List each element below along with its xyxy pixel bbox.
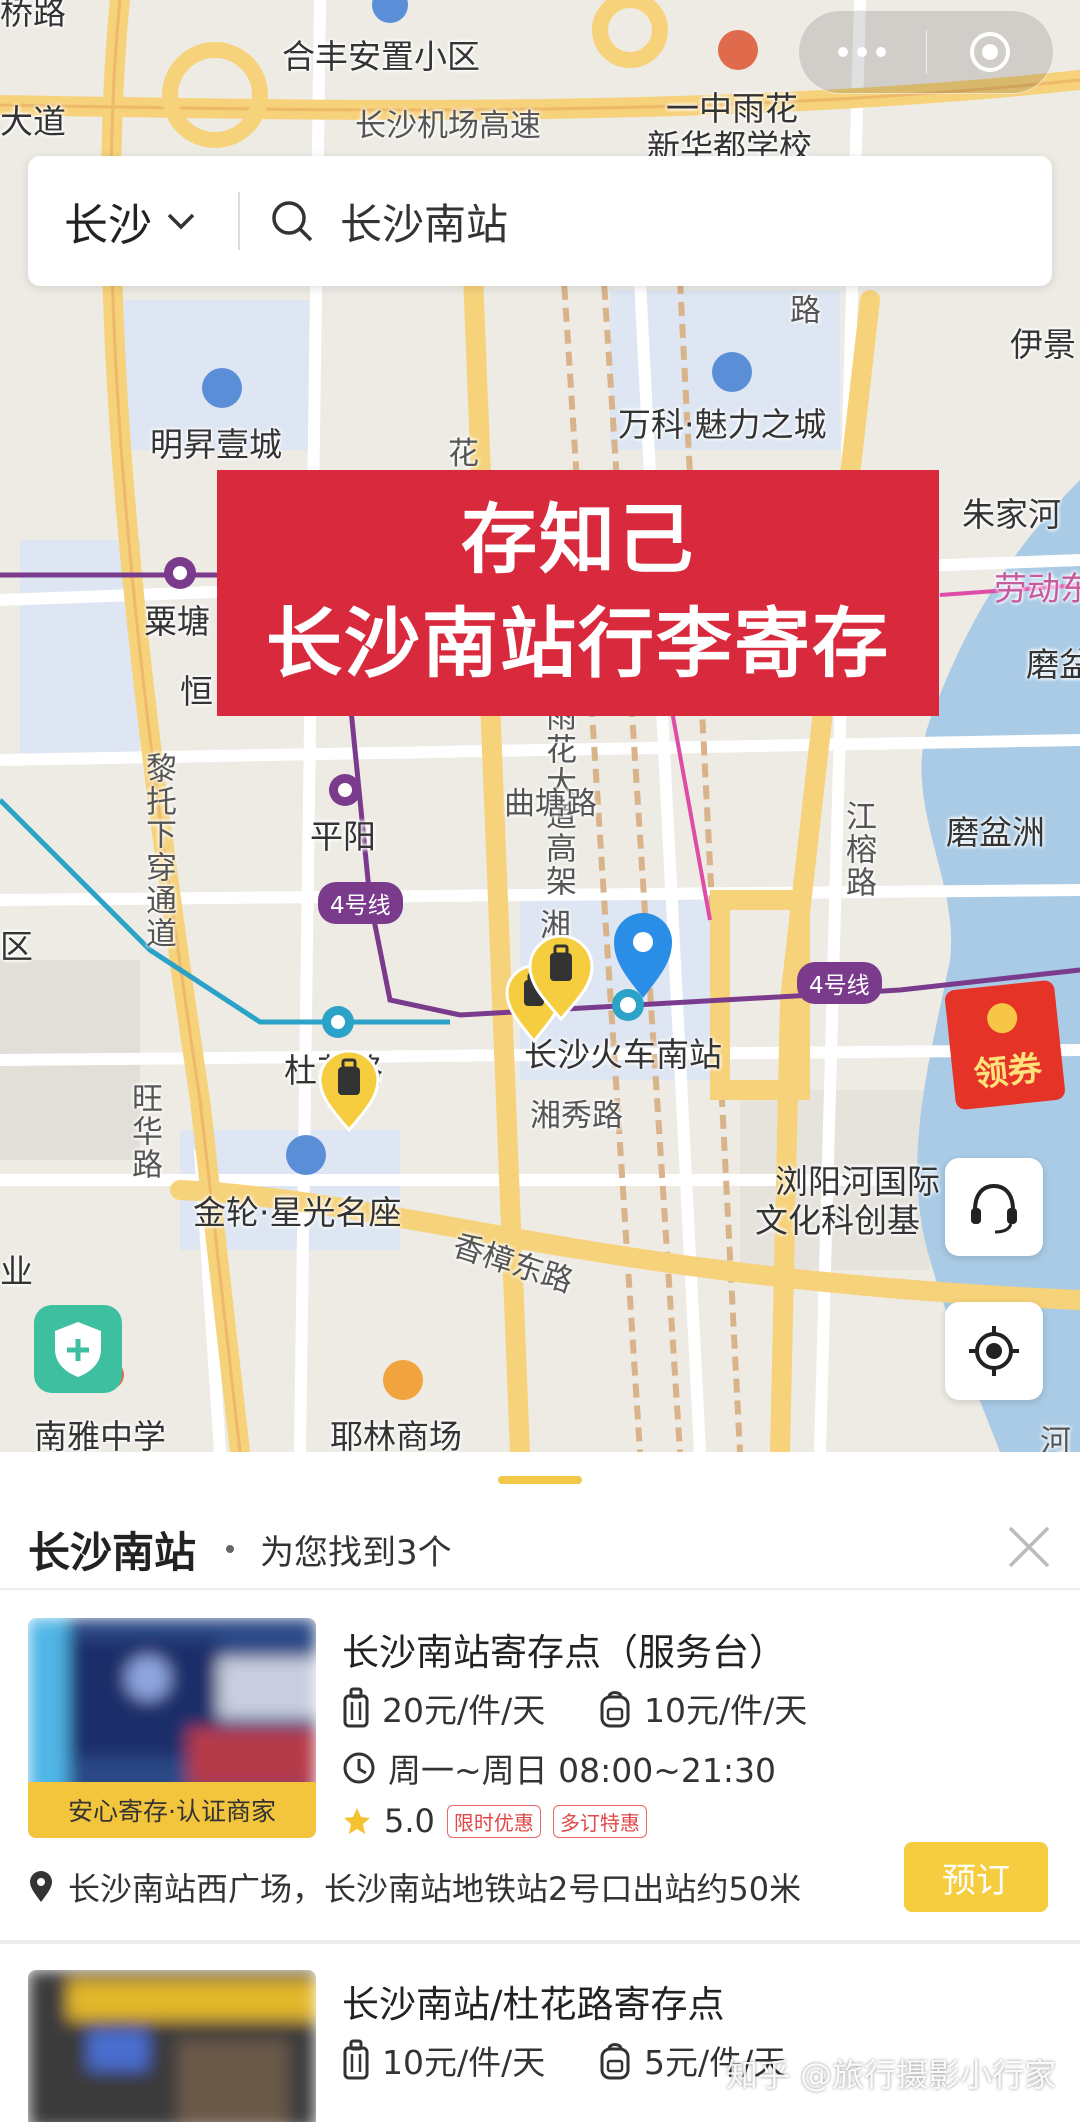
- shield-plus-icon: [55, 1322, 101, 1377]
- address-row: 长沙南站西广场，长沙南站地铁站2号口出站约50米: [28, 1864, 801, 1910]
- listing-thumbnail: [28, 1970, 316, 2122]
- map-label: 耶林商场: [330, 1417, 462, 1452]
- map-label: 湘秀路: [530, 1098, 623, 1134]
- map-label: 黎托下穿通道: [140, 752, 176, 950]
- map-label: 长沙机场高速: [355, 108, 541, 144]
- listing-title: 长沙南站/杜花路寄存点: [342, 1983, 725, 2026]
- map-label: 万科·魅力之城: [618, 405, 827, 444]
- crosshair-icon: [969, 1326, 1019, 1376]
- map-label: 朱家河: [962, 495, 1061, 534]
- divider: [0, 1940, 1080, 1944]
- location-icon: [30, 1871, 52, 1902]
- map-label: 磨盆洲: [946, 813, 1045, 852]
- map-label: 业: [0, 1252, 33, 1291]
- map-label: 伊景: [1010, 325, 1076, 364]
- map-label: 南雅中学: [34, 1417, 166, 1452]
- book-button[interactable]: 预订: [904, 1842, 1048, 1912]
- map-view[interactable]: 桥路 合丰安置小区 大道 长沙机场高速 一中雨花 新华都学校 路 伊景 万科·魅…: [0, 0, 1080, 1452]
- map-label: 江榕路: [840, 800, 876, 899]
- locate-me-button[interactable]: [945, 1302, 1043, 1400]
- map-label: 平阳: [310, 817, 376, 856]
- rating-value: 5.0: [384, 1802, 435, 1840]
- map-label: 磨盆: [1026, 645, 1080, 684]
- clock-icon: [343, 1752, 375, 1784]
- map-label: 曲塘路: [504, 786, 597, 822]
- verified-ribbon: 安心寄存·认证商家: [28, 1782, 316, 1838]
- storage-pin[interactable]: [318, 1050, 380, 1132]
- price-row: 10元/件/天 5元/件/天: [342, 2036, 786, 2084]
- star-icon: [344, 1808, 370, 1834]
- promo-tag: 多订特惠: [552, 1804, 647, 1838]
- target-icon[interactable]: [927, 30, 1054, 74]
- rating-row: 5.0 限时优惠 多订特惠: [342, 1802, 647, 1840]
- map-label: 文化科创基: [755, 1201, 920, 1240]
- map-label: 花: [448, 436, 479, 472]
- seal-icon: [985, 1001, 1019, 1035]
- search-value: 长沙南站: [340, 199, 509, 249]
- search-input[interactable]: 长沙南站: [240, 191, 508, 252]
- bag-price: 10元/件/天: [644, 1691, 808, 1730]
- map-label: 粟塘: [144, 602, 210, 641]
- chevron-down-icon: [167, 213, 195, 230]
- map-label: 桥路: [0, 0, 66, 32]
- safety-shield-button[interactable]: [34, 1305, 122, 1393]
- search-icon: [272, 201, 313, 242]
- city-selector[interactable]: 长沙: [28, 189, 238, 253]
- metro-line-badge: 4号线: [318, 882, 403, 924]
- listing-address: 长沙南站西广场，长沙南站地铁站2号口出站约50米: [68, 1870, 802, 1908]
- backpack-icon: [600, 2043, 630, 2080]
- ellipsis-icon[interactable]: [799, 47, 926, 57]
- opening-hours: 周一~周日 08:00~21:30: [388, 1751, 776, 1790]
- map-label: 恒: [180, 672, 213, 711]
- map-label: 合丰安置小区: [282, 37, 480, 76]
- listing-card[interactable]: 安心寄存·认证商家 长沙南站寄存点（服务台） 20元/件/天 10元/件/天 周…: [0, 1618, 1080, 1912]
- map-label: 明昇壹城: [150, 425, 282, 464]
- sheet-title: 长沙南站: [28, 1527, 197, 1577]
- search-bar: 长沙 长沙南站: [28, 156, 1052, 286]
- promo-tag: 限时优惠: [446, 1804, 541, 1838]
- backpack-icon: [600, 1691, 630, 1728]
- map-label: 旺华路: [126, 1082, 162, 1181]
- banner-line-2: 长沙南站行李寄存: [266, 599, 890, 688]
- storage-pin[interactable]: [528, 935, 594, 1021]
- map-label: 金轮·星光名座: [193, 1193, 402, 1232]
- results-sheet: 长沙南站 为您找到3个 安心寄存·认证商家 长沙南站寄存点（服务台） 20元/件…: [0, 1452, 1080, 2122]
- close-icon[interactable]: [1006, 1524, 1052, 1570]
- map-label: 路: [790, 293, 821, 329]
- coupon-label: 领券: [971, 1048, 1044, 1096]
- listing-title: 长沙南站寄存点（服务台）: [342, 1631, 786, 1674]
- banner-line-1: 存知己: [461, 495, 695, 584]
- price-row: 20元/件/天 10元/件/天: [342, 1684, 807, 1732]
- sheet-header: 长沙南站 为您找到3个: [28, 1514, 1052, 1584]
- location-pin-icon: [614, 912, 672, 998]
- luggage-price: 20元/件/天: [382, 1691, 546, 1730]
- luggage-icon: [343, 2039, 369, 2080]
- result-count: 为您找到3个: [260, 1532, 452, 1573]
- promo-banner: 存知己 长沙南站行李寄存: [217, 470, 939, 716]
- divider: [0, 1588, 1080, 1590]
- map-label: 河: [1040, 1424, 1071, 1452]
- separator-dot: [226, 1545, 235, 1553]
- headset-icon: [971, 1183, 1017, 1234]
- city-label: 长沙: [64, 200, 152, 251]
- luggage-price: 10元/件/天: [382, 2043, 546, 2082]
- hours-row: 周一~周日 08:00~21:30: [342, 1744, 776, 1792]
- customer-service-button[interactable]: [945, 1158, 1043, 1256]
- drag-handle[interactable]: [498, 1476, 582, 1484]
- map-label: 大道: [0, 102, 66, 141]
- map-label: 劳动东: [994, 569, 1080, 608]
- metro-line-badge: 4号线: [797, 962, 882, 1004]
- luggage-icon: [343, 1687, 369, 1728]
- watermark: 知乎 @旅行摄影小行家: [726, 2056, 1057, 2094]
- listing-card[interactable]: 长沙南站/杜花路寄存点 10元/件/天 5元/件/天: [0, 1970, 1080, 2122]
- map-label: 区: [0, 927, 33, 966]
- listing-thumbnail: 安心寄存·认证商家: [28, 1618, 316, 1838]
- mini-program-capsule: [798, 10, 1054, 94]
- coupon-button[interactable]: 领券: [944, 979, 1066, 1111]
